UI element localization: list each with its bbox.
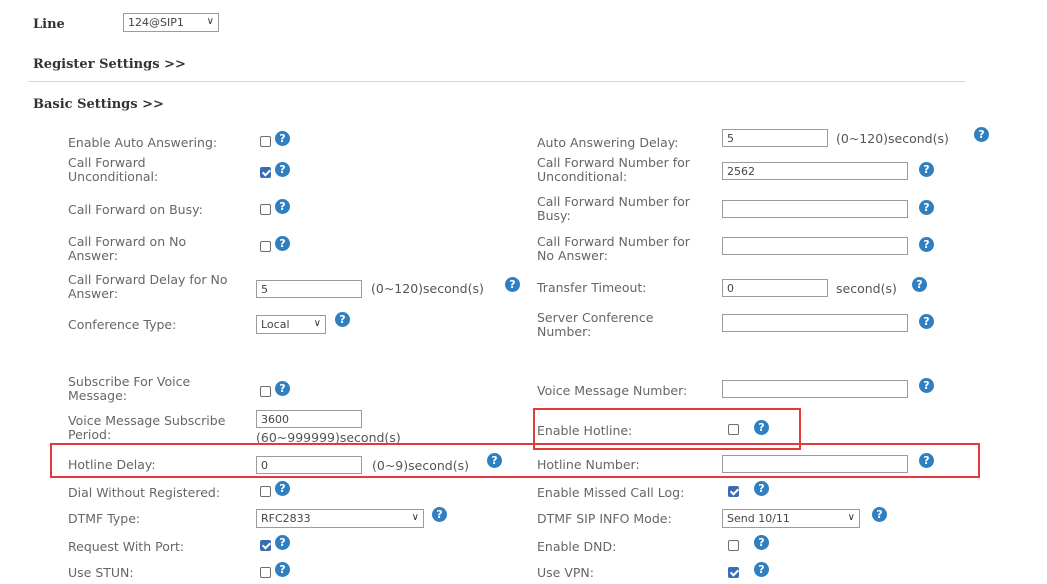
help-icon[interactable]: ?: [754, 562, 769, 577]
aa-delay-label: Auto Answering Delay:: [537, 135, 679, 150]
dtmf-type-select[interactable]: RFC2833 ∨: [256, 509, 424, 528]
help-icon[interactable]: ?: [919, 162, 934, 177]
cf-delay-input[interactable]: 5: [256, 280, 362, 298]
help-icon[interactable]: ?: [974, 127, 989, 142]
line-label: Line: [33, 17, 65, 32]
missed-call-log-label: Enable Missed Call Log:: [537, 485, 685, 500]
help-icon[interactable]: ?: [275, 535, 290, 550]
cfna-checkbox[interactable]: [260, 241, 271, 252]
vm-number-label: Voice Message Number:: [537, 383, 688, 398]
help-icon[interactable]: ?: [754, 481, 769, 496]
cfb-number-label: Call Forward Number for Busy:: [537, 194, 690, 223]
use-stun-label: Use STUN:: [68, 565, 134, 580]
register-settings-link[interactable]: Register Settings >>: [33, 57, 186, 72]
vm-number-input[interactable]: [722, 380, 908, 398]
line-select[interactable]: 124@SIP1 ∨: [123, 13, 219, 32]
request-port-label: Request With Port:: [68, 539, 185, 554]
transfer-timeout-input[interactable]: 0: [722, 279, 828, 297]
dtmf-type-value: RFC2833: [261, 512, 311, 525]
cfu-number-label: Call Forward Number for Unconditional:: [537, 155, 690, 184]
missed-call-log-checkbox[interactable]: [728, 486, 739, 497]
help-icon[interactable]: ?: [912, 277, 927, 292]
help-icon[interactable]: ?: [275, 381, 290, 396]
help-icon[interactable]: ?: [919, 200, 934, 215]
server-conf-input[interactable]: [722, 314, 908, 332]
chevron-down-icon: ∨: [313, 318, 321, 329]
help-icon[interactable]: ?: [275, 236, 290, 251]
help-icon[interactable]: ?: [754, 535, 769, 550]
cfna-label: Call Forward on No Answer:: [68, 234, 187, 263]
cfu-number-input[interactable]: 2562: [722, 162, 908, 180]
aa-delay-unit: (0~120)second(s): [836, 131, 949, 146]
line-select-value: 124@SIP1: [128, 16, 184, 29]
cfb-checkbox[interactable]: [260, 204, 271, 215]
dnd-checkbox[interactable]: [728, 540, 739, 551]
request-port-checkbox[interactable]: [260, 540, 271, 551]
use-vpn-checkbox[interactable]: [728, 567, 739, 578]
dial-without-reg-label: Dial Without Registered:: [68, 485, 221, 500]
cfu-checkbox[interactable]: [260, 167, 271, 178]
server-conf-label: Server Conference Number:: [537, 310, 654, 339]
dtmf-sip-info-label: DTMF SIP INFO Mode:: [537, 511, 672, 526]
auto-answering-label: Enable Auto Answering:: [68, 135, 218, 150]
use-stun-checkbox[interactable]: [260, 567, 271, 578]
chevron-down-icon: ∨: [206, 16, 214, 27]
help-icon[interactable]: ?: [432, 507, 447, 522]
vm-period-label: Voice Message Subscribe Period:: [68, 413, 226, 442]
dtmf-sip-info-value: Send 10/11: [727, 512, 790, 525]
help-icon[interactable]: ?: [919, 314, 934, 329]
help-icon[interactable]: ?: [919, 378, 934, 393]
help-icon[interactable]: ?: [872, 507, 887, 522]
subscribe-vm-label: Subscribe For Voice Message:: [68, 374, 191, 403]
hotline-row-highlight: [50, 443, 980, 478]
help-icon[interactable]: ?: [919, 237, 934, 252]
cf-delay-label: Call Forward Delay for No Answer:: [68, 272, 228, 301]
vm-period-input[interactable]: 3600: [256, 410, 362, 428]
aa-delay-input[interactable]: 5: [722, 129, 828, 147]
basic-settings-link[interactable]: Basic Settings >>: [33, 97, 164, 112]
cfu-label: Call Forward Unconditional:: [68, 155, 159, 184]
chevron-down-icon: ∨: [411, 512, 419, 523]
auto-answering-checkbox[interactable]: [260, 136, 271, 147]
divider: [28, 81, 965, 82]
dnd-label: Enable DND:: [537, 539, 617, 554]
cfna-number-label: Call Forward Number for No Answer:: [537, 234, 690, 263]
chevron-down-icon: ∨: [847, 512, 855, 523]
conf-type-value: Local: [261, 318, 290, 331]
subscribe-vm-checkbox[interactable]: [260, 386, 271, 397]
dtmf-sip-info-select[interactable]: Send 10/11 ∨: [722, 509, 860, 528]
cf-delay-unit: (0~120)second(s): [371, 281, 484, 296]
cfna-number-input[interactable]: [722, 237, 908, 255]
conf-type-label: Conference Type:: [68, 317, 177, 332]
dtmf-type-label: DTMF Type:: [68, 511, 141, 526]
help-icon[interactable]: ?: [275, 199, 290, 214]
cfb-label: Call Forward on Busy:: [68, 202, 203, 217]
help-icon[interactable]: ?: [275, 481, 290, 496]
dial-without-reg-checkbox[interactable]: [260, 486, 271, 497]
help-icon[interactable]: ?: [275, 131, 290, 146]
help-icon[interactable]: ?: [275, 562, 290, 577]
conf-type-select[interactable]: Local ∨: [256, 315, 326, 334]
cfb-number-input[interactable]: [722, 200, 908, 218]
transfer-timeout-label: Transfer Timeout:: [537, 280, 647, 295]
transfer-timeout-unit: second(s): [836, 281, 897, 296]
help-icon[interactable]: ?: [335, 312, 350, 327]
use-vpn-label: Use VPN:: [537, 565, 594, 580]
help-icon[interactable]: ?: [505, 277, 520, 292]
help-icon[interactable]: ?: [275, 162, 290, 177]
